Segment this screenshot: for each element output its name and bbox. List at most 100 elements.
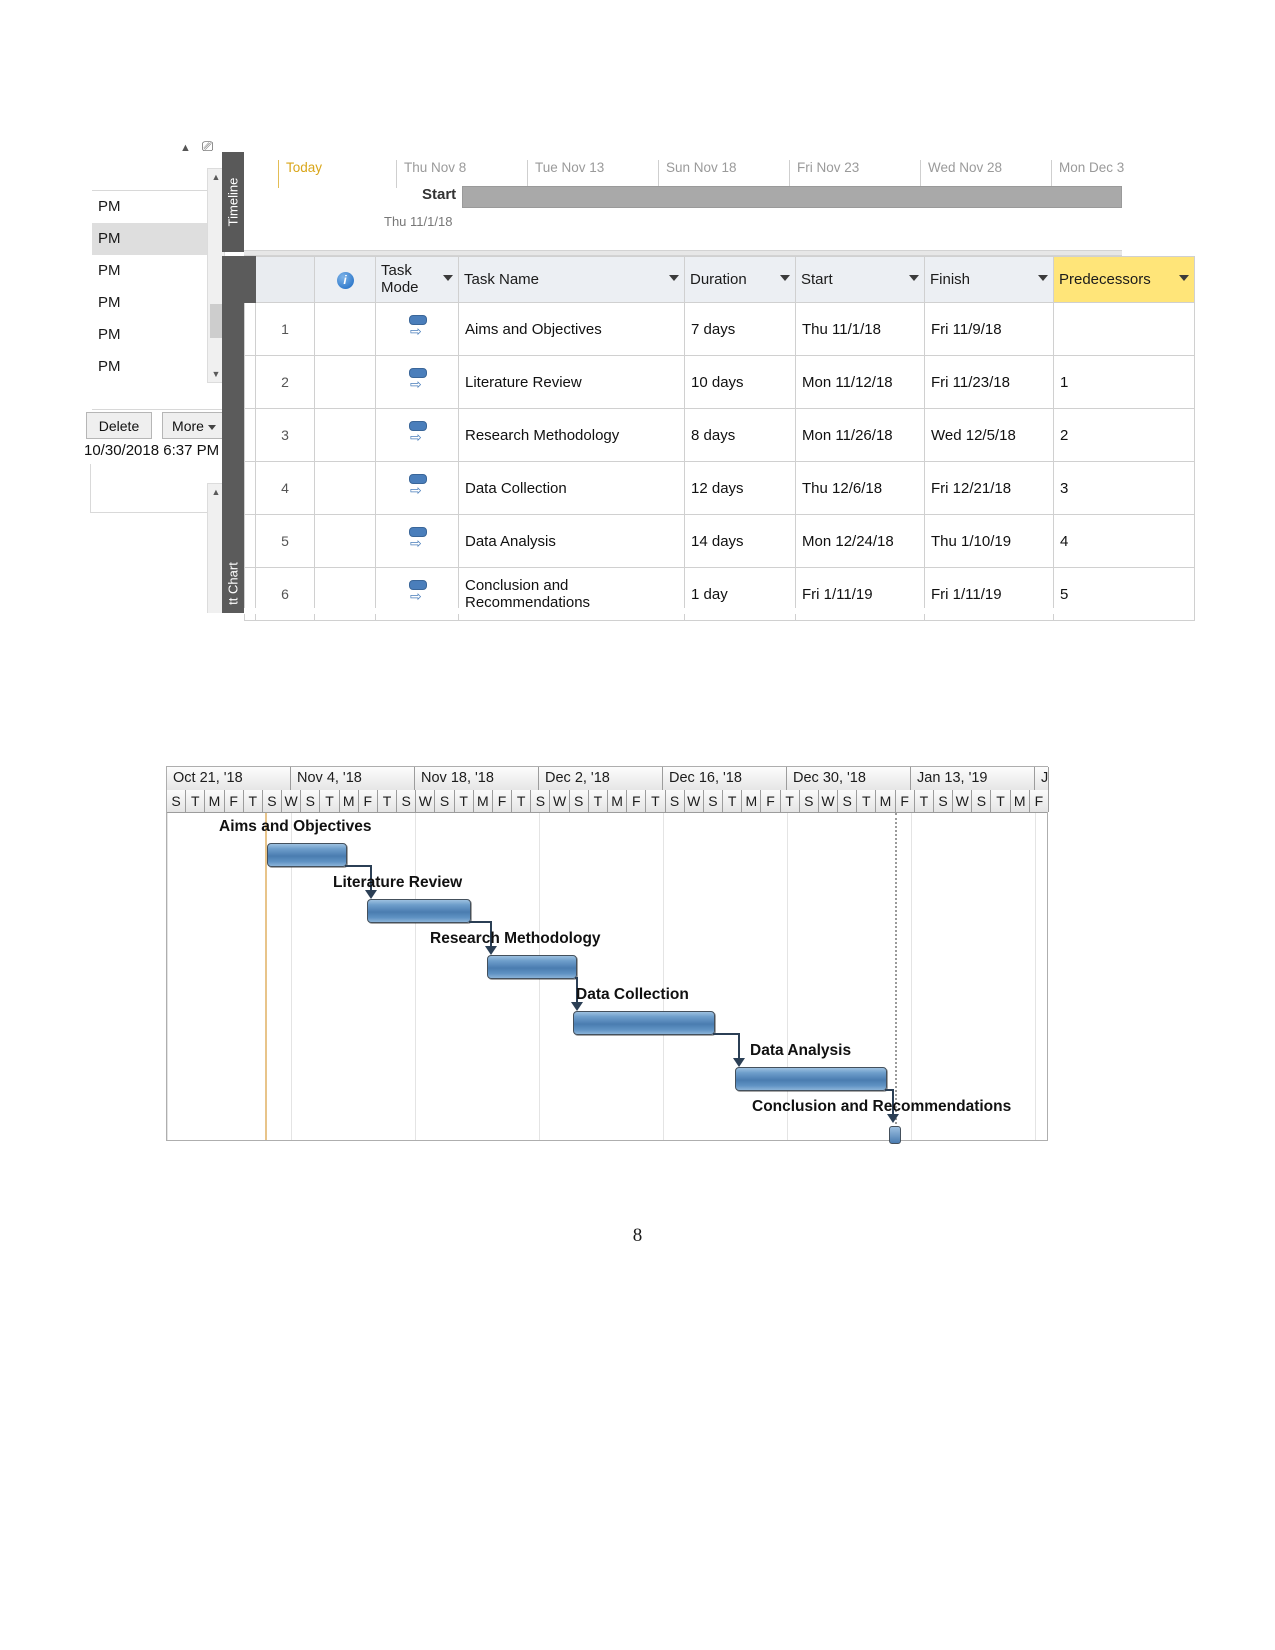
row-finish-cell[interactable]: Fri 11/9/18 bbox=[924, 302, 1054, 356]
pm-list-item[interactable]: PM bbox=[92, 255, 224, 287]
gantt-week-cell: Dec 16, '18 bbox=[663, 767, 787, 790]
pm-list-item[interactable]: PM bbox=[92, 351, 224, 383]
row-duration-cell[interactable]: 7 days bbox=[684, 302, 796, 356]
timeline-today-label: Today bbox=[286, 160, 323, 175]
timescale-icon[interactable]: ⎚ bbox=[202, 138, 213, 155]
gantt-day-cell: W bbox=[416, 790, 436, 812]
row-id-cell[interactable]: 2 bbox=[255, 355, 315, 409]
task-table[interactable]: i Task Mode Task Name Duration Start Finish Pr… bbox=[244, 256, 1195, 621]
row-start-cell[interactable]: Mon 11/12/18 bbox=[795, 355, 925, 409]
column-header-label: Duration bbox=[690, 271, 747, 288]
manual-task-mode-icon: ⇨ bbox=[408, 368, 427, 392]
timeline-band[interactable]: Thu Nov 8 Tue Nov 13 Sun Nov 18 Fri Nov 23 W… bbox=[244, 152, 1124, 250]
gantt-milestone[interactable] bbox=[889, 1126, 901, 1144]
row-task-name-cell[interactable]: Data Analysis bbox=[458, 514, 685, 568]
row-predecessors-cell[interactable]: 3 bbox=[1053, 461, 1195, 515]
more-button-label: More bbox=[172, 418, 204, 434]
row-duration-cell[interactable]: 8 days bbox=[684, 408, 796, 462]
row-duration-cell[interactable]: 12 days bbox=[684, 461, 796, 515]
column-header-finish[interactable]: Finish bbox=[924, 256, 1054, 303]
gantt-week-cell: Nov 18, '18 bbox=[415, 767, 539, 790]
row-id-cell[interactable]: 4 bbox=[255, 461, 315, 515]
column-header-pred[interactable]: Predecessors bbox=[1053, 256, 1195, 303]
row-id-cell[interactable]: 5 bbox=[255, 514, 315, 568]
row-finish-cell[interactable]: Fri 11/23/18 bbox=[924, 355, 1054, 409]
scrollbar-thumb[interactable] bbox=[210, 304, 222, 338]
gantt-bar[interactable] bbox=[487, 955, 577, 979]
more-button[interactable]: More bbox=[162, 412, 226, 439]
sort-chevron-down-icon[interactable] bbox=[1179, 275, 1189, 281]
timeline-tick-line bbox=[658, 160, 659, 188]
pm-list-item[interactable]: PM bbox=[92, 191, 224, 223]
gantt-bar[interactable] bbox=[573, 1011, 715, 1035]
sort-chevron-down-icon[interactable] bbox=[669, 275, 679, 281]
row-id-cell[interactable]: 3 bbox=[255, 408, 315, 462]
timeline-tick-label: Sun Nov 18 bbox=[666, 160, 737, 175]
table-row[interactable]: 2 ⇨ Literature Review 10 days Mon 11/12/18 Fr… bbox=[244, 355, 1195, 409]
row-start-cell[interactable]: Thu 12/6/18 bbox=[795, 461, 925, 515]
row-id-cell[interactable]: 1 bbox=[255, 302, 315, 356]
gantt-link-arrow-icon bbox=[733, 1058, 745, 1067]
scroll-up-icon[interactable]: ▲ bbox=[180, 142, 191, 154]
row-task-mode-cell[interactable]: ⇨ bbox=[375, 302, 459, 356]
sort-chevron-down-icon[interactable] bbox=[1038, 275, 1048, 281]
row-task-mode-cell[interactable]: ⇨ bbox=[375, 514, 459, 568]
table-row[interactable]: 4 ⇨ Data Collection 12 days Thu 12/6/18 Fri 1… bbox=[244, 461, 1195, 515]
row-predecessors-cell[interactable]: 4 bbox=[1053, 514, 1195, 568]
gantt-day-cell: S bbox=[531, 790, 551, 812]
gantt-day-cell: F bbox=[1029, 790, 1049, 812]
gantt-day-cell: M bbox=[876, 790, 896, 812]
timeline-span-bar[interactable] bbox=[462, 186, 1122, 208]
delete-button[interactable]: Delete bbox=[86, 412, 152, 439]
gantt-bar[interactable] bbox=[267, 843, 347, 867]
pm-list[interactable]: PM PM PM PM PM PM bbox=[92, 190, 225, 410]
column-header-dur[interactable]: Duration bbox=[684, 256, 796, 303]
sort-chevron-down-icon[interactable] bbox=[909, 275, 919, 281]
row-finish-cell[interactable]: Fri 12/21/18 bbox=[924, 461, 1054, 515]
gantt-bar[interactable] bbox=[735, 1067, 887, 1091]
column-header-start[interactable]: Start bbox=[795, 256, 925, 303]
row-task-name-cell[interactable]: Research Methodology bbox=[458, 408, 685, 462]
column-header-info[interactable]: i bbox=[314, 256, 376, 303]
gantt-week-header: Oct 21, '18 Nov 4, '18 Nov 18, '18 Dec 2, '… bbox=[167, 767, 1049, 790]
pm-list-item[interactable]: PM bbox=[92, 223, 224, 255]
screenshot-bottom-crop bbox=[244, 608, 1122, 614]
row-task-mode-cell[interactable]: ⇨ bbox=[375, 355, 459, 409]
row-task-name-cell[interactable]: Data Collection bbox=[458, 461, 685, 515]
manual-task-mode-icon: ⇨ bbox=[408, 315, 427, 339]
row-predecessors-cell[interactable]: 2 bbox=[1053, 408, 1195, 462]
row-duration-cell[interactable]: 14 days bbox=[684, 514, 796, 568]
table-row[interactable]: 5 ⇨ Data Analysis 14 days Mon 12/24/18 Thu 1/… bbox=[244, 514, 1195, 568]
row-finish-cell[interactable]: Thu 1/10/19 bbox=[924, 514, 1054, 568]
pm-list-item[interactable]: PM bbox=[92, 287, 224, 319]
column-header-name[interactable]: Task Name bbox=[458, 256, 685, 303]
row-predecessors-cell[interactable] bbox=[1053, 302, 1195, 356]
table-body[interactable]: 1 ⇨ Aims and Objectives 7 days Thu 11/1/18 Fr… bbox=[244, 302, 1195, 621]
manual-task-mode-icon: ⇨ bbox=[408, 474, 427, 498]
gantt-gridline bbox=[911, 813, 912, 1140]
row-predecessors-cell[interactable]: 1 bbox=[1053, 355, 1195, 409]
sort-chevron-down-icon[interactable] bbox=[443, 275, 453, 281]
gantt-bar[interactable] bbox=[367, 899, 471, 923]
gantt-chart-tab[interactable]: tt Chart bbox=[222, 256, 244, 613]
gantt-day-cell: S bbox=[301, 790, 321, 812]
gantt-day-cell: T bbox=[646, 790, 666, 812]
table-row[interactable]: 3 ⇨ Research Methodology 8 days Mon 11/26/18… bbox=[244, 408, 1195, 462]
row-task-mode-cell[interactable]: ⇨ bbox=[375, 461, 459, 515]
column-header-mode[interactable]: Task Mode bbox=[375, 256, 459, 303]
row-finish-cell[interactable]: Wed 12/5/18 bbox=[924, 408, 1054, 462]
gantt-link-segment bbox=[713, 1033, 738, 1035]
gantt-chart[interactable]: Oct 21, '18 Nov 4, '18 Nov 18, '18 Dec 2, '… bbox=[166, 766, 1049, 1144]
row-start-cell[interactable]: Mon 11/26/18 bbox=[795, 408, 925, 462]
timeline-tab[interactable]: Timeline bbox=[222, 152, 244, 252]
table-row[interactable]: 1 ⇨ Aims and Objectives 7 days Thu 11/1/18 Fr… bbox=[244, 302, 1195, 356]
row-task-mode-cell[interactable]: ⇨ bbox=[375, 408, 459, 462]
row-start-cell[interactable]: Thu 11/1/18 bbox=[795, 302, 925, 356]
sort-chevron-down-icon[interactable] bbox=[780, 275, 790, 281]
row-start-cell[interactable]: Mon 12/24/18 bbox=[795, 514, 925, 568]
pm-list-item[interactable]: PM bbox=[92, 319, 224, 351]
gantt-plot-area[interactable]: Aims and Objectives Literature Review Rese… bbox=[167, 812, 1047, 1144]
row-task-name-cell[interactable]: Literature Review bbox=[458, 355, 685, 409]
row-task-name-cell[interactable]: Aims and Objectives bbox=[458, 302, 685, 356]
row-duration-cell[interactable]: 10 days bbox=[684, 355, 796, 409]
